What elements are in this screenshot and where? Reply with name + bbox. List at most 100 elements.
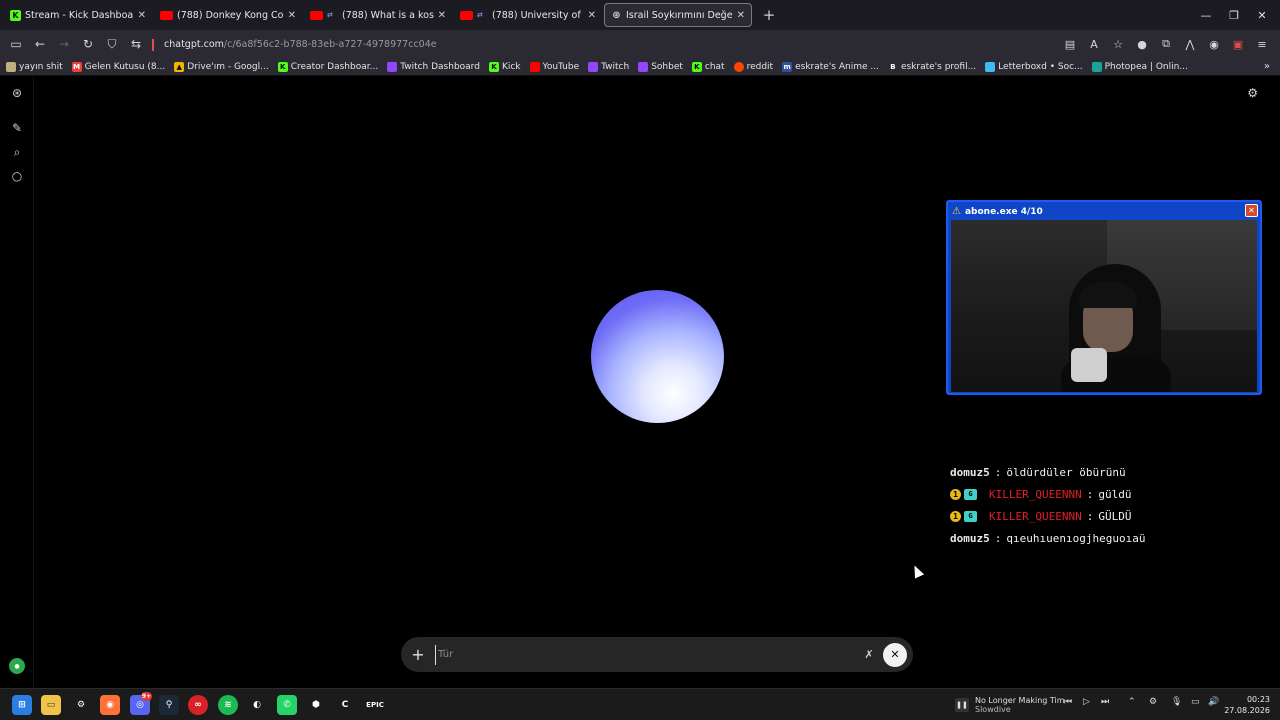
chat-separator: : (1086, 509, 1094, 523)
reload-icon[interactable]: ↻ (76, 32, 100, 56)
cam-hair (1079, 282, 1137, 308)
spotify-icon[interactable]: ≋ (218, 695, 238, 715)
close-icon[interactable]: ✕ (288, 10, 296, 21)
bookmark-item[interactable]: YouTube (529, 61, 579, 72)
forward-icon[interactable]: → (52, 32, 76, 56)
sidebar-toggle-icon[interactable]: ▭ (4, 32, 28, 56)
kick-icon: K (277, 61, 288, 72)
bookmark-star-icon[interactable]: ☆ (1106, 32, 1130, 56)
tab-title: Stream - Kick Dashboard (25, 9, 134, 21)
profile-icon[interactable]: ◉ (1202, 32, 1226, 56)
tab-youtube-2[interactable]: ⇄ (788) What is a kosh ✕ (304, 3, 452, 27)
close-icon[interactable]: ✕ (438, 10, 446, 21)
chevron-up-icon[interactable]: ⌃ (1128, 697, 1136, 707)
display-icon[interactable]: ▭ (1191, 697, 1200, 707)
chat-message: domuz5: öldürdüler öbürünü (950, 461, 1270, 483)
bookmark-item[interactable]: Twitch (588, 61, 629, 72)
tab-kick-dashboard[interactable]: K Stream - Kick Dashboard ✕ (4, 3, 152, 27)
whatsapp-icon[interactable]: ✆ (277, 695, 297, 715)
message-input[interactable] (435, 644, 855, 665)
search-icon[interactable]: ⌕ (9, 144, 25, 160)
close-icon[interactable]: ✕ (737, 10, 745, 21)
youtube-icon (160, 10, 173, 20)
bookmark-item[interactable]: K Creator Dashboar... (277, 61, 378, 72)
tab-youtube-3[interactable]: ⇄ (788) University of ✕ (454, 3, 602, 27)
extensions-icon[interactable]: ⧉ (1154, 32, 1178, 56)
steelseries-icon[interactable]: ⚙ (71, 695, 91, 715)
bookmark-item[interactable]: reddit (733, 61, 774, 72)
plus-icon[interactable]: + (401, 645, 435, 664)
extension-3-icon[interactable]: ▣ (1226, 32, 1250, 56)
epic-games-icon[interactable]: EPIC (365, 695, 385, 715)
bookmark-label: eskrate's Anime ... (795, 61, 879, 72)
bookmark-label: reddit (746, 61, 774, 72)
translate-icon[interactable]: A (1082, 32, 1106, 56)
album-art-icon: ❚❚ (955, 698, 969, 712)
extension-icon[interactable]: ● (1130, 32, 1154, 56)
extension-2-icon[interactable]: ⋀ (1178, 32, 1202, 56)
bookmark-label: Drive'ım - Googl... (187, 61, 269, 72)
song-artist: Slowdive (975, 705, 1011, 714)
bookmark-item[interactable]: Photopea | Onlin... (1091, 61, 1188, 72)
openai-logo-icon[interactable]: ⊛ (9, 85, 25, 101)
previous-track-icon[interactable]: ⏮ (1064, 697, 1072, 707)
address-bar[interactable]: chatgpt.com/c/6a8f56c2-b788-83eb-a727-49… (164, 39, 437, 50)
obs-icon[interactable]: ◐ (247, 695, 267, 715)
ccleaner-icon[interactable]: C (335, 695, 355, 715)
app-red-icon[interactable]: ∞ (188, 695, 208, 715)
firefox-icon[interactable]: ◉ (100, 695, 120, 715)
bookmark-item[interactable]: Letterboxd • Soc... (985, 61, 1083, 72)
bookmark-item[interactable]: Sohbet (638, 61, 683, 72)
new-chat-icon[interactable]: ✎ (9, 120, 25, 136)
chat-username: KILLER_QUEENNN (989, 509, 1082, 523)
system-clock[interactable]: 00:23 27.08.2026 (1224, 694, 1270, 716)
bookmark-label: Letterboxd • Soc... (998, 61, 1083, 72)
media-widget[interactable]: ❚❚ No Longer Making Tim Slowdive (955, 694, 1065, 716)
steelseries-tray-icon[interactable]: ⚙ (1149, 697, 1157, 707)
kick-icon: K (691, 61, 702, 72)
translate-icon: ⇄ (327, 10, 333, 19)
translate-icon: ⇄ (477, 10, 483, 19)
permissions-icon[interactable]: ⇆ (124, 32, 148, 56)
shield-icon[interactable]: ⛉ (100, 32, 124, 56)
voice-settings-icon[interactable]: ⚙ (1247, 86, 1258, 100)
mic-active-icon[interactable]: ❙ (148, 32, 158, 56)
twitch-icon (387, 61, 398, 72)
microphone-icon[interactable]: 🎙 (1171, 697, 1182, 707)
bookmark-label: yayın shit (19, 61, 63, 72)
volume-icon[interactable]: 🔊 (1208, 697, 1219, 707)
bookmark-item[interactable]: Kchat (691, 61, 725, 72)
bookmark-item[interactable]: yayın shit (6, 61, 63, 72)
tab-youtube-1[interactable]: (788) Donkey Kong Count ✕ (154, 3, 302, 27)
bookmark-item[interactable]: Beskrate's profil... (888, 62, 976, 72)
steam-icon[interactable]: ⚲ (159, 695, 179, 715)
subscriber-badge-icon: 1 (950, 510, 961, 522)
windows-start-icon[interactable]: ⊞ (12, 695, 32, 715)
close-icon[interactable]: ✕ (588, 10, 596, 21)
new-tab-button[interactable]: + (758, 4, 780, 26)
file-explorer-icon[interactable]: ▭ (41, 695, 61, 715)
back-icon[interactable]: ← (28, 32, 52, 56)
reader-view-icon[interactable]: ▤ (1058, 32, 1082, 56)
menu-icon[interactable]: ≡ (1250, 32, 1274, 56)
b-icon: B (890, 62, 896, 71)
overlay-close-icon[interactable]: ✕ (1245, 204, 1258, 217)
webcam-video (951, 220, 1257, 392)
play-icon[interactable]: ▷ (1083, 697, 1090, 707)
bookmark-item[interactable]: M Gelen Kutusu (8... (71, 61, 165, 72)
next-track-icon[interactable]: ⏭ (1101, 697, 1109, 707)
bookmark-item[interactable]: m eskrate's Anime ... (782, 61, 879, 72)
chat-bubble-icon[interactable]: ○ (9, 168, 25, 184)
bookmark-item[interactable]: ▲ Drive'ım - Googl... (174, 61, 269, 72)
package-icon[interactable]: ⬢ (306, 695, 326, 715)
chevron-right-icon[interactable]: » (1264, 61, 1270, 72)
bookmark-item[interactable]: Twitch Dashboard (387, 61, 480, 72)
close-icon[interactable]: ✕ (138, 10, 146, 21)
end-voice-button[interactable]: ✕ (883, 642, 907, 667)
tab-chatgpt[interactable]: ⊛ İsrail Soykırımını Değe ✕ (604, 3, 752, 27)
bookmark-item[interactable]: K Kick (488, 61, 521, 72)
bookmark-label: chat (704, 61, 725, 72)
window-close-icon[interactable]: ✕ (1244, 0, 1280, 30)
mic-off-icon[interactable]: ✗ (855, 648, 883, 661)
avatar[interactable]: ● (9, 658, 25, 674)
